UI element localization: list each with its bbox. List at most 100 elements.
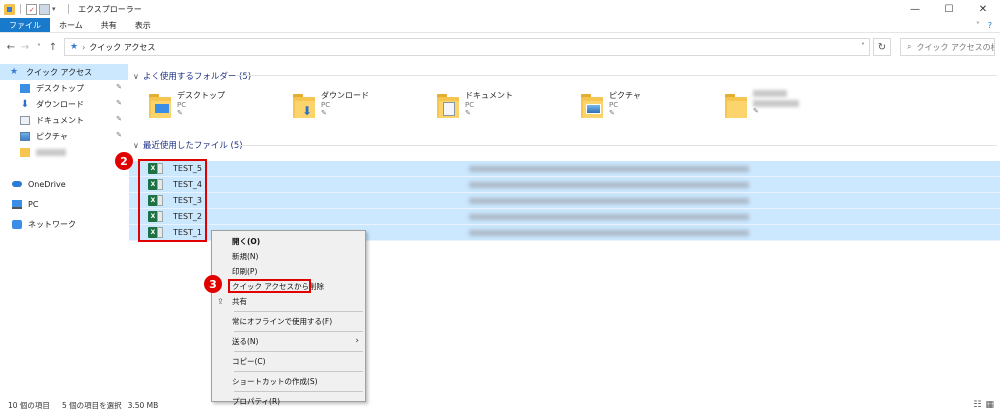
files-highlight-box bbox=[138, 159, 207, 242]
pin-icon: ✎ bbox=[321, 109, 327, 117]
blurred-file-path bbox=[469, 166, 749, 172]
nav-pc[interactable]: PC bbox=[0, 196, 128, 212]
large-icons-view-icon[interactable]: ▦ bbox=[985, 400, 994, 410]
nav-label: OneDrive bbox=[28, 179, 66, 189]
file-row[interactable]: X TEST_3 bbox=[129, 193, 1000, 209]
nav-blurred-folder[interactable] bbox=[0, 144, 128, 160]
submenu-arrow-icon: › bbox=[355, 336, 359, 346]
nav-desktop[interactable]: デスクトップ ✎ bbox=[0, 80, 128, 96]
selected-size: 3.50 MB bbox=[127, 401, 159, 410]
context-menu: 開く(O) 新規(N) 印刷(P) クイック アクセスから削除 ⇪ 共有 常にオ… bbox=[211, 230, 366, 406]
file-row[interactable]: X TEST_5 bbox=[129, 161, 1000, 177]
nav-downloads[interactable]: ⬇ ダウンロード ✎ bbox=[0, 96, 128, 112]
nav-label: ピクチャ bbox=[36, 131, 68, 141]
toolbar-divider bbox=[68, 4, 69, 14]
forward-button[interactable]: → bbox=[18, 42, 32, 53]
menu-label: コピー(C) bbox=[232, 357, 266, 366]
recent-locations-button[interactable]: ˅ bbox=[32, 43, 46, 52]
nav-network[interactable]: ネットワーク bbox=[0, 216, 128, 232]
menu-item-send-to[interactable]: 送る(N) › bbox=[212, 334, 365, 349]
breadcrumb-quick-access[interactable]: クイック アクセス bbox=[89, 42, 155, 53]
picture-folder-icon bbox=[581, 92, 603, 118]
address-bar[interactable]: ★ › クイック アクセス ˅ bbox=[64, 38, 870, 56]
menu-item-copy[interactable]: コピー(C) bbox=[212, 354, 365, 369]
blurred-file-path bbox=[469, 182, 749, 188]
status-bar: 10 個の項目 5 個の項目を選択 3.50 MB ☷ ▦ bbox=[0, 396, 1000, 415]
download-icon: ⬇ bbox=[20, 98, 30, 110]
menu-item-create-shortcut[interactable]: ショートカットの作成(S) bbox=[212, 374, 365, 389]
menu-separator bbox=[234, 331, 363, 332]
nav-onedrive[interactable]: OneDrive bbox=[0, 176, 128, 192]
folder-tile-pictures[interactable]: ピクチャ PC ✎ bbox=[581, 86, 725, 130]
pin-icon: ✎ bbox=[116, 83, 122, 91]
section-title: よく使用するフォルダー (5) bbox=[142, 72, 252, 82]
file-row[interactable]: X TEST_4 bbox=[129, 177, 1000, 193]
pin-icon: ✎ bbox=[753, 107, 759, 115]
menu-label: 印刷(P) bbox=[232, 267, 258, 276]
back-button[interactable]: ← bbox=[4, 42, 18, 53]
menu-separator bbox=[234, 351, 363, 352]
customize-toolbar-icon[interactable]: ▾ bbox=[52, 4, 63, 15]
folder-tile-downloads[interactable]: ⬇ ダウンロード PC ✎ bbox=[293, 86, 437, 130]
menu-item-share[interactable]: ⇪ 共有 bbox=[212, 294, 365, 309]
address-dropdown-icon[interactable]: ˅ bbox=[861, 42, 865, 51]
address-row: ← → ˅ ↑ ★ › クイック アクセス ˅ ↻ ⌕ クイック アクセスの検.… bbox=[0, 34, 1000, 60]
pin-icon: ✎ bbox=[465, 109, 471, 117]
file-row[interactable]: X TEST_2 bbox=[129, 209, 1000, 225]
blurred-file-path bbox=[469, 198, 749, 204]
help-icon[interactable]: ? bbox=[988, 21, 992, 30]
pin-icon: ✎ bbox=[116, 115, 122, 123]
folder-tile-desktop[interactable]: デスクトップ PC ✎ bbox=[149, 86, 293, 130]
minimize-button[interactable]: — bbox=[898, 0, 932, 18]
menu-item-offline[interactable]: 常にオフラインで使用する(F) bbox=[212, 314, 365, 329]
desktop-icon bbox=[20, 83, 30, 93]
tile-location: PC bbox=[177, 101, 187, 109]
tab-share[interactable]: 共有 bbox=[92, 18, 126, 32]
document-icon bbox=[20, 115, 30, 125]
menu-label: 共有 bbox=[232, 297, 247, 306]
remove-item-highlight-box bbox=[228, 279, 311, 293]
ribbon-tabs: ファイル ホーム 共有 表示 ˅ ? bbox=[0, 18, 1000, 33]
folder-icon bbox=[20, 147, 30, 157]
document-folder-icon bbox=[437, 92, 459, 118]
pin-icon: ✎ bbox=[177, 109, 183, 117]
menu-label: 開く(O) bbox=[232, 237, 261, 246]
folder-tile-documents[interactable]: ドキュメント PC ✎ bbox=[437, 86, 581, 130]
frequent-folders-header[interactable]: ∨ よく使用するフォルダー (5) bbox=[133, 70, 252, 83]
share-icon: ⇪ bbox=[217, 297, 224, 306]
new-folder-icon[interactable] bbox=[39, 3, 50, 15]
nav-label: ダウンロード bbox=[36, 99, 84, 109]
menu-item-print[interactable]: 印刷(P) bbox=[212, 264, 365, 279]
tab-file[interactable]: ファイル bbox=[0, 18, 50, 32]
expand-ribbon-icon[interactable]: ˅ bbox=[976, 21, 980, 30]
tab-view[interactable]: 表示 bbox=[126, 18, 160, 32]
tab-home[interactable]: ホーム bbox=[50, 18, 92, 32]
blurred-folder-location bbox=[753, 100, 799, 107]
search-placeholder: クイック アクセスの検... bbox=[916, 42, 994, 52]
menu-separator bbox=[234, 371, 363, 372]
blurred-folder-name bbox=[36, 148, 66, 156]
quick-access-toolbar: ✓ ▾ bbox=[0, 3, 72, 15]
nav-documents[interactable]: ドキュメント ✎ bbox=[0, 112, 128, 128]
refresh-button[interactable]: ↻ bbox=[873, 38, 891, 56]
maximize-button[interactable]: ☐ bbox=[932, 0, 966, 18]
properties-icon[interactable]: ✓ bbox=[26, 3, 37, 15]
details-view-icon[interactable]: ☷ bbox=[973, 400, 981, 410]
tile-name: ドキュメント bbox=[465, 91, 513, 100]
window-controls: — ☐ ✕ bbox=[898, 0, 1000, 18]
recent-files-header[interactable]: ∨ 最近使用したファイル (5) bbox=[133, 139, 243, 152]
nav-label: ドキュメント bbox=[36, 115, 84, 125]
up-button[interactable]: ↑ bbox=[46, 42, 60, 53]
nav-pictures[interactable]: ピクチャ ✎ bbox=[0, 128, 128, 144]
selected-count: 5 個の項目を選択 bbox=[61, 401, 122, 410]
menu-item-open[interactable]: 開く(O) bbox=[212, 234, 365, 249]
close-button[interactable]: ✕ bbox=[966, 0, 1000, 18]
menu-item-new[interactable]: 新規(N) bbox=[212, 249, 365, 264]
search-input[interactable]: ⌕ クイック アクセスの検... bbox=[900, 38, 995, 56]
nav-quick-access[interactable]: ★ クイック アクセス bbox=[0, 64, 128, 80]
menu-separator bbox=[234, 311, 363, 312]
tile-location: PC bbox=[321, 101, 331, 109]
menu-label: 常にオフラインで使用する(F) bbox=[232, 317, 333, 326]
menu-label: 送る(N) bbox=[232, 337, 259, 346]
folder-tile-blurred[interactable]: ✎ bbox=[725, 86, 869, 130]
